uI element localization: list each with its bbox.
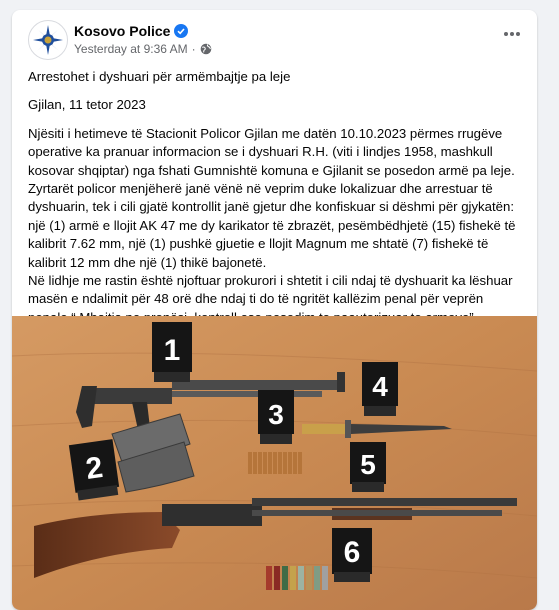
evidence-marker-number: 6 <box>344 536 361 569</box>
body-line: kalibrit 7.62 mm, një (1) pushkë gjuetie… <box>28 236 489 252</box>
more-options-icon[interactable] <box>497 22 527 46</box>
post-body: Arrestohet i dyshuari për armëmbajtje pa… <box>28 68 528 327</box>
evidence-marker-number: 1 <box>164 334 181 367</box>
author-name[interactable]: Kosovo Police <box>74 23 189 39</box>
body-line: operative ka pranuar informacion se i dy… <box>28 144 493 160</box>
post-card: Kosovo Police Yesterday at 9:36 AM · Arr… <box>12 10 537 610</box>
post-title: Arrestohet i dyshuari për armëmbajtje pa… <box>28 69 291 84</box>
body-line: masën e ndalimit për 48 orë dhe ndaj ti … <box>28 291 484 307</box>
police-badge-icon[interactable] <box>28 20 68 60</box>
post-header: Kosovo Police Yesterday at 9:36 AM · <box>12 10 537 66</box>
evidence-marker-3: 3 <box>258 390 294 444</box>
body-line: Zyrtarët policor menjëherë janë vënë në … <box>28 181 493 197</box>
body-line: Njësiti i hetimeve të Stacionit Policor … <box>28 125 503 141</box>
evidence-marker-2: 2 <box>68 439 120 501</box>
evidence-marker-number: 5 <box>360 449 376 480</box>
body-line: një (1) armë e llojit AK 47 me dy karika… <box>28 217 516 233</box>
meta-separator: · <box>191 42 196 56</box>
globe-icon[interactable] <box>200 43 212 55</box>
author-name-text[interactable]: Kosovo Police <box>74 23 170 39</box>
post-dateline: Gjilan, 11 tetor 2023 <box>28 97 146 113</box>
body-line: Në lidhje me rastin është njoftuar proku… <box>28 273 513 289</box>
evidence-marker-1: 1 <box>152 322 192 382</box>
evidence-marker-5: 5 <box>350 442 386 492</box>
evidence-marker-number: 4 <box>372 371 388 402</box>
timestamp[interactable]: Yesterday at 9:36 AM <box>74 42 188 56</box>
post-meta: Yesterday at 9:36 AM · <box>74 42 212 56</box>
rifle-cartridges <box>248 452 302 474</box>
body-line: kalibrit 12 mm dhe një (1) thikë bajonet… <box>28 254 267 270</box>
evidence-marker-4: 4 <box>362 362 398 416</box>
evidence-marker-6: 6 <box>332 528 372 582</box>
body-line: kosovar shqiptar) nga fshati Gumnishtë k… <box>28 162 515 178</box>
verified-badge-icon <box>174 24 189 38</box>
body-line: dyshuarin, tek i cili gjatë kontrollit j… <box>28 199 514 215</box>
evidence-marker-number: 3 <box>268 399 284 430</box>
post-photo[interactable]: 1 2 3 4 5 6 <box>12 316 537 610</box>
